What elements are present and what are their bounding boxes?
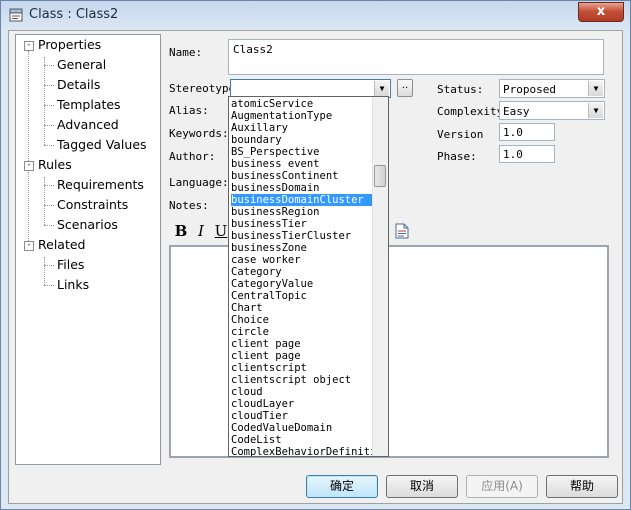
alias-label: Alias: bbox=[169, 104, 209, 117]
scrollbar-thumb[interactable] bbox=[374, 165, 386, 187]
keywords-label: Keywords: bbox=[169, 127, 229, 140]
help-button[interactable]: 帮助 bbox=[546, 475, 618, 498]
version-label: Version bbox=[437, 128, 484, 141]
stereotype-option[interactable]: cloudTier bbox=[231, 410, 373, 422]
tree-item-templates[interactable]: Templates bbox=[57, 97, 121, 112]
document-icon[interactable] bbox=[395, 223, 409, 239]
stereotype-option[interactable]: businessTier bbox=[231, 218, 373, 230]
complexity-combo[interactable]: Easy ▼ bbox=[499, 101, 605, 120]
stereotype-option[interactable]: case worker bbox=[231, 254, 373, 266]
tree-item-properties[interactable]: Properties bbox=[38, 37, 101, 52]
tree-item-links[interactable]: Links bbox=[57, 277, 89, 292]
tree-item-scenarios[interactable]: Scenarios bbox=[57, 217, 118, 232]
chevron-down-icon[interactable]: ▼ bbox=[588, 103, 603, 118]
stereotype-option[interactable]: CodeList bbox=[231, 434, 373, 446]
collapse-related-icon[interactable]: - bbox=[24, 241, 34, 251]
author-label: Author: bbox=[169, 150, 216, 163]
notes-label: Notes: bbox=[169, 199, 209, 212]
stereotype-more-button[interactable]: .. bbox=[397, 79, 413, 97]
window-title: Class : Class2 bbox=[29, 7, 119, 22]
stereotype-option[interactable]: CategoryValue bbox=[231, 278, 373, 290]
apply-button[interactable]: 应用(A) bbox=[466, 475, 538, 498]
stereotype-option[interactable]: clientscript bbox=[231, 362, 373, 374]
name-label: Name: bbox=[169, 46, 203, 59]
title-bar[interactable]: Class : Class2 x bbox=[1, 1, 630, 29]
version-field[interactable]: 1.0 bbox=[499, 123, 555, 141]
collapse-properties-icon[interactable]: - bbox=[24, 41, 34, 51]
stereotype-option[interactable]: AugmentationType bbox=[231, 110, 373, 122]
stereotype-option[interactable]: ComplexBehaviorDefinition bbox=[231, 446, 373, 456]
status-value: Proposed bbox=[503, 83, 556, 96]
stereotype-option[interactable]: Chart bbox=[231, 302, 373, 314]
language-label: Language: bbox=[169, 176, 229, 189]
stereotype-option[interactable]: atomicService bbox=[231, 98, 373, 110]
stereotype-option[interactable]: businessZone bbox=[231, 242, 373, 254]
tree-item-requirements[interactable]: Requirements bbox=[57, 177, 144, 192]
close-button[interactable]: x bbox=[578, 2, 624, 22]
dropdown-scrollbar[interactable] bbox=[372, 97, 388, 456]
stereotype-option[interactable]: BS_Perspective bbox=[231, 146, 373, 158]
stereotype-option[interactable]: clientscript object bbox=[231, 374, 373, 386]
status-label: Status: bbox=[437, 83, 484, 96]
status-combo[interactable]: Proposed ▼ bbox=[499, 79, 605, 98]
complexity-label: Complexity bbox=[437, 105, 504, 118]
chevron-down-icon[interactable]: ▼ bbox=[588, 81, 603, 96]
tree-item-advanced[interactable]: Advanced bbox=[57, 117, 119, 132]
stereotype-dropdown-list[interactable]: atomicService AugmentationType Auxillary bo… bbox=[228, 96, 389, 457]
close-icon: x bbox=[596, 4, 606, 19]
bold-button[interactable]: B bbox=[171, 221, 191, 241]
stereotype-option[interactable]: businessContinent bbox=[231, 170, 373, 182]
tree-item-rules[interactable]: Rules bbox=[38, 157, 72, 172]
stereotype-option[interactable]: Category bbox=[231, 266, 373, 278]
stereotype-option[interactable]: business event bbox=[231, 158, 373, 170]
ok-button[interactable]: 确定 bbox=[306, 475, 378, 498]
stereotype-option[interactable]: businessDomain bbox=[231, 182, 373, 194]
tree-item-constraints[interactable]: Constraints bbox=[57, 197, 128, 212]
tree-item-related[interactable]: Related bbox=[38, 237, 85, 252]
stereotype-option[interactable]: businessTierCluster bbox=[231, 230, 373, 242]
phase-field[interactable]: 1.0 bbox=[499, 145, 555, 163]
cancel-button[interactable]: 取消 bbox=[386, 475, 458, 498]
stereotype-option[interactable]: boundary bbox=[231, 134, 373, 146]
stereotype-option[interactable]: circle bbox=[231, 326, 373, 338]
stereotype-option[interactable]: cloudLayer bbox=[231, 398, 373, 410]
phase-label: Phase: bbox=[437, 150, 477, 163]
stereotype-option[interactable]: CentralTopic bbox=[231, 290, 373, 302]
tree-item-general[interactable]: General bbox=[57, 57, 106, 72]
name-field[interactable]: Class2 bbox=[228, 39, 604, 75]
stereotype-option[interactable]: Auxillary bbox=[231, 122, 373, 134]
class-icon bbox=[9, 8, 23, 22]
stereotype-option[interactable]: CodedValueDomain bbox=[231, 422, 373, 434]
stereotype-option[interactable]: businessRegion bbox=[231, 206, 373, 218]
stereotype-option[interactable]: client page bbox=[231, 338, 373, 350]
tree-item-details[interactable]: Details bbox=[57, 77, 100, 92]
tree-item-tagged-values[interactable]: Tagged Values bbox=[57, 137, 147, 152]
collapse-rules-icon[interactable]: - bbox=[24, 161, 34, 171]
stereotype-option[interactable]: Choice bbox=[231, 314, 373, 326]
stereotype-label: Stereotype bbox=[169, 82, 236, 95]
stereotype-option[interactable]: businessDomainCluster bbox=[231, 194, 373, 206]
tree-item-files[interactable]: Files bbox=[57, 257, 84, 272]
italic-button[interactable]: I bbox=[191, 221, 211, 241]
stereotype-option[interactable]: client page bbox=[231, 350, 373, 362]
complexity-value: Easy bbox=[503, 105, 530, 118]
chevron-down-icon[interactable]: ▼ bbox=[374, 81, 389, 96]
stereotype-option[interactable]: cloud bbox=[231, 386, 373, 398]
navigation-tree: - Properties General Details Templates A… bbox=[15, 34, 161, 465]
